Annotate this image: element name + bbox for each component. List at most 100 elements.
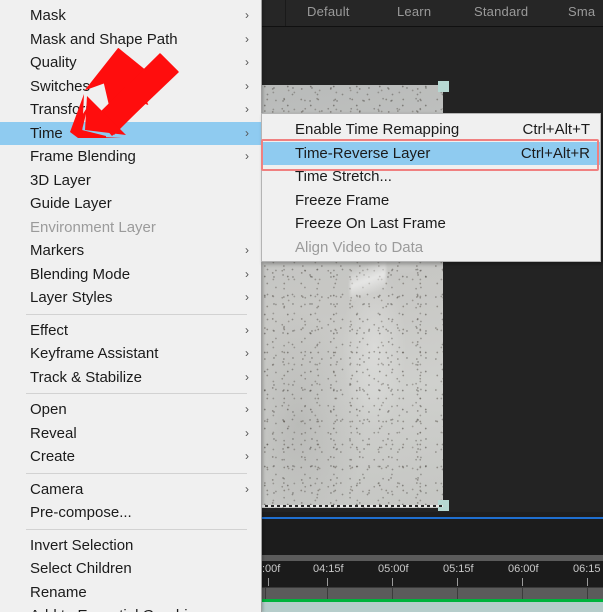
- menu-item-track-and-stabilize[interactable]: Track & Stabilize ›: [0, 366, 261, 390]
- submenu-item-label: Freeze On Last Frame: [295, 215, 446, 232]
- chevron-right-icon: ›: [245, 8, 249, 22]
- menu-item-mask-and-shape-path[interactable]: Mask and Shape Path ›: [0, 28, 261, 52]
- workspace-tab-learn[interactable]: Learn: [397, 4, 431, 19]
- chevron-right-icon: ›: [245, 425, 249, 440]
- workspace-tab-small-screen[interactable]: Sma: [568, 4, 595, 19]
- menu-item-label: Time: [30, 124, 63, 142]
- workspace-tab-default[interactable]: Default: [307, 4, 350, 19]
- time-submenu[interactable]: Enable Time Remapping Ctrl+Alt+T Time-Re…: [261, 113, 601, 262]
- menu-item-3d-layer[interactable]: 3D Layer: [0, 169, 261, 193]
- menu-item-open[interactable]: Open ›: [0, 398, 261, 422]
- menu-item-rename[interactable]: Rename: [0, 581, 261, 605]
- menu-item-create[interactable]: Create ›: [0, 445, 261, 469]
- menu-item-invert-selection[interactable]: Invert Selection: [0, 534, 261, 558]
- menu-item-keyframe-assistant[interactable]: Keyframe Assistant ›: [0, 342, 261, 366]
- ruler-tick-mark: [522, 578, 523, 586]
- menu-item-select-children[interactable]: Select Children: [0, 557, 261, 581]
- menu-item-guide-layer[interactable]: Guide Layer: [0, 192, 261, 216]
- menu-item-time[interactable]: Time ›: [0, 121, 261, 145]
- submenu-item-freeze-frame[interactable]: Freeze Frame: [262, 189, 600, 213]
- ruler-tick-mark: [457, 578, 458, 586]
- ruler-tick-mark: [327, 578, 328, 586]
- menu-item-transform[interactable]: Transform ›: [0, 98, 261, 122]
- chevron-right-icon: ›: [245, 449, 249, 463]
- submenu-item-time-reverse-layer[interactable]: Time-Reverse Layer Ctrl+Alt+R: [262, 141, 600, 165]
- menu-item-camera[interactable]: Camera ›: [0, 478, 261, 502]
- menu-item-label: Guide Layer: [30, 195, 112, 212]
- submenu-item-label: Time Stretch...: [295, 168, 392, 185]
- menu-item-effect[interactable]: Effect ›: [0, 319, 261, 343]
- submenu-item-shortcut: Ctrl+Alt+T: [522, 121, 590, 138]
- chevron-right-icon: ›: [245, 322, 249, 337]
- menu-item-label: Quality: [30, 54, 77, 71]
- chevron-right-icon: ›: [245, 346, 249, 360]
- menu-item-label: Track & Stabilize: [30, 368, 142, 386]
- submenu-item-time-stretch[interactable]: Time Stretch...: [262, 165, 600, 189]
- ruler-tick-label: 05:15f: [443, 563, 474, 575]
- menu-separator: [26, 528, 247, 530]
- ruler-tick-mark: [268, 578, 269, 586]
- chevron-right-icon: ›: [245, 290, 249, 304]
- menu-item-label: Create: [30, 448, 76, 465]
- workspace-tab-standard[interactable]: Standard: [474, 4, 528, 19]
- chevron-right-icon: ›: [245, 102, 249, 116]
- menu-item-switches[interactable]: Switches ›: [0, 75, 261, 99]
- menu-item-label: Pre-compose...: [30, 504, 132, 521]
- timeline-layer-bar[interactable]: [258, 602, 603, 612]
- menu-item-label: Add to Essential Graphics: [30, 607, 203, 612]
- submenu-item-label: Time-Reverse Layer: [295, 144, 431, 162]
- ruler-tick-label: 06:00f: [508, 563, 539, 575]
- menu-item-reveal[interactable]: Reveal ›: [0, 422, 261, 446]
- ruler-tick-label: 04:15f: [313, 563, 344, 575]
- menu-item-label: Environment Layer: [30, 218, 156, 236]
- menu-item-label: Markers: [30, 242, 85, 259]
- menu-separator: [26, 393, 247, 394]
- submenu-item-label: Align Video to Data: [295, 238, 424, 256]
- chevron-right-icon: ›: [245, 31, 249, 46]
- chevron-right-icon: ›: [245, 402, 249, 416]
- timeline-ruler[interactable]: :00f 04:15f 05:00f 05:15f 06:00f 06:15: [258, 561, 603, 587]
- submenu-item-label: Freeze Frame: [295, 191, 390, 209]
- menu-item-label: 3D Layer: [30, 171, 91, 189]
- after-effects-window: Default Learn Standard Sma :00f 04:15f 0…: [0, 0, 603, 612]
- chevron-right-icon: ›: [245, 243, 249, 257]
- ruler-tick-label: 06:15: [573, 563, 601, 575]
- menu-item-label: Effect: [30, 321, 69, 339]
- menu-item-label: Mask: [30, 7, 66, 24]
- submenu-item-freeze-on-last-frame[interactable]: Freeze On Last Frame: [262, 212, 600, 236]
- menu-item-label: Reveal: [30, 424, 77, 442]
- ruler-tick-mark: [587, 578, 588, 586]
- menu-item-label: Transform: [30, 101, 98, 118]
- menu-item-mask[interactable]: Mask ›: [0, 4, 261, 28]
- menu-item-label: Frame Blending: [30, 148, 136, 165]
- ruler-tick-label: :00f: [262, 563, 281, 575]
- composition-bottom-edge: [262, 505, 443, 507]
- submenu-item-shortcut: Ctrl+Alt+R: [520, 144, 590, 162]
- layer-context-menu[interactable]: Mask › Mask and Shape Path › Quality › S…: [0, 0, 262, 612]
- workspace-bar-divider: [285, 0, 286, 26]
- chevron-right-icon: ›: [245, 125, 249, 140]
- menu-item-pre-compose[interactable]: Pre-compose...: [0, 501, 261, 525]
- submenu-item-enable-time-remapping[interactable]: Enable Time Remapping Ctrl+Alt+T: [262, 118, 600, 142]
- menu-item-markers[interactable]: Markers ›: [0, 239, 261, 263]
- menu-item-quality[interactable]: Quality ›: [0, 51, 261, 75]
- selection-handle-top-right[interactable]: [438, 81, 449, 92]
- chevron-right-icon: ›: [245, 55, 249, 69]
- menu-item-layer-styles[interactable]: Layer Styles ›: [0, 286, 261, 310]
- menu-item-label: Select Children: [30, 560, 132, 577]
- menu-item-label: Rename: [30, 583, 87, 601]
- menu-separator: [26, 472, 247, 474]
- menu-item-label: Keyframe Assistant: [30, 345, 159, 362]
- menu-item-label: Invert Selection: [30, 536, 134, 554]
- menu-item-blending-mode[interactable]: Blending Mode ›: [0, 263, 261, 287]
- ruler-tick-mark: [392, 578, 393, 586]
- chevron-right-icon: ›: [245, 78, 249, 93]
- chevron-right-icon: ›: [245, 266, 249, 281]
- chevron-right-icon: ›: [245, 481, 249, 496]
- menu-item-label: Switches: [30, 77, 91, 95]
- menu-item-label: Layer Styles: [30, 289, 113, 306]
- timeline-upper-band: [258, 519, 603, 555]
- menu-item-add-to-essential-graphics[interactable]: Add to Essential Graphics: [0, 604, 261, 612]
- menu-item-frame-blending[interactable]: Frame Blending ›: [0, 145, 261, 169]
- menu-item-label: Open: [30, 401, 67, 418]
